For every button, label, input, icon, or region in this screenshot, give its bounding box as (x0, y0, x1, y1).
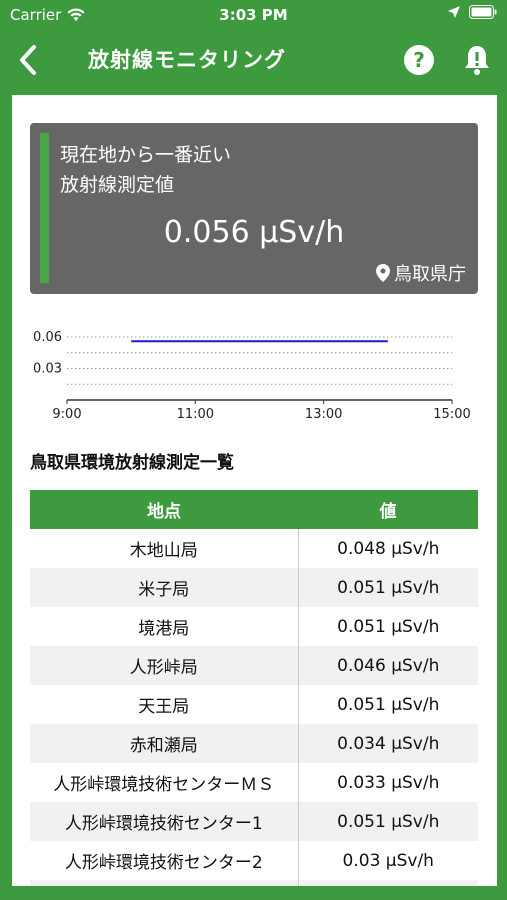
back-button[interactable] (12, 42, 44, 78)
chart-y-tick-label: 0.06 (33, 330, 62, 345)
chart-y-tick-label: 0.03 (33, 362, 62, 377)
row-location: 境港局 (30, 607, 299, 646)
row-value: 0.03 μSv/h (342, 850, 434, 871)
current-value: 0.056 μSv/h (163, 215, 345, 250)
row-location: 天王局 (30, 685, 299, 724)
row-value: 0.051 μSv/h (298, 802, 478, 841)
table-row[interactable]: 人形峠環境技術センター2 0.03 μSv/h (30, 841, 478, 880)
row-value: 0.051 μSv/h (337, 694, 440, 715)
svg-text:?: ? (413, 48, 425, 72)
navigation-bar: 放射線モニタリング ? (0, 30, 507, 92)
location-label: 鳥取県庁 (376, 260, 466, 286)
row-location: 人形峠局 (30, 646, 299, 685)
row-location: 人形峠環境技術センター1 (30, 802, 299, 841)
table-row[interactable]: 人形峠環境技術センターＭＳ 0.033 μSv/h (30, 763, 478, 802)
table-row[interactable]: 赤和瀬局 0.034 μSv/h (30, 724, 478, 763)
row-location: 木地山局 (30, 529, 299, 568)
section-title: 鳥取県環境放射線測定一覧 (30, 453, 234, 473)
bottom-frame (12, 886, 497, 900)
table-row[interactable]: 人形峠環境技術センター1 0.051 μSv/h (30, 802, 478, 841)
row-location: 人形峠環境技術センター2 (30, 841, 299, 880)
row-location: 赤和瀬局 (30, 724, 299, 763)
chart-x-tick-label: 15:00 (433, 407, 470, 422)
chart-x-tick-label: 11:00 (177, 407, 214, 422)
row-value: 0.033 μSv/h (337, 772, 440, 793)
status-time: 3:03 PM (219, 6, 288, 24)
table-row[interactable]: 木地山局 0.048 μSv/h (30, 529, 478, 568)
header-value: 値 (298, 490, 478, 529)
table-row[interactable]: 米子局 0.051 μSv/h (30, 568, 478, 607)
question-icon: ? (404, 45, 434, 75)
card-label: 現在地から一番近い 放射線測定値 (60, 140, 231, 200)
table-header-row: 地点 値 (30, 490, 478, 529)
row-location: 人形峠環境技術センターＭＳ (30, 763, 299, 802)
alert-button[interactable] (463, 44, 491, 80)
table-row[interactable]: 境港局 0.051 μSv/h (30, 607, 478, 646)
row-value: 0.048 μSv/h (337, 538, 440, 559)
card-label-line1: 現在地から一番近い (60, 144, 232, 166)
location-name: 鳥取県庁 (394, 264, 466, 285)
radiation-chart: 0.06 0.03 9:00 11:00 13:00 15:00 (33, 330, 471, 422)
row-value: 0.051 μSv/h (337, 616, 440, 637)
header-location: 地点 (30, 490, 298, 529)
help-button[interactable]: ? (403, 44, 435, 80)
card-label-line2: 放射線測定値 (60, 174, 175, 196)
row-value: 0.034 μSv/h (298, 724, 478, 763)
table-row[interactable]: 天王局 0.051 μSv/h (30, 685, 478, 724)
row-value: 0.046 μSv/h (298, 646, 478, 685)
row-location: 米子局 (30, 568, 299, 607)
page-title: 放射線モニタリング (88, 48, 286, 72)
card-accent-bar (40, 133, 49, 283)
content-panel: 現在地から一番近い 放射線測定値 0.056 μSv/h 鳥取県庁 0.06 0.… (12, 95, 497, 900)
location-arrow-icon (448, 6, 460, 18)
bell-alert-icon (465, 46, 489, 75)
chevron-left-icon (20, 45, 36, 75)
battery-icon (469, 5, 497, 19)
row-value: 0.051 μSv/h (298, 568, 478, 607)
measurement-table: 地点 値 木地山局 0.048 μSv/h 米子局 0.051 μSv/h 境港… (30, 490, 478, 900)
chart-x-tick-label: 13:00 (305, 407, 342, 422)
table-row[interactable]: 人形峠局 0.046 μSv/h (30, 646, 478, 685)
status-bar: Carrier 3:03 PM (0, 0, 507, 30)
nearest-reading-card: 現在地から一番近い 放射線測定値 0.056 μSv/h 鳥取県庁 (30, 123, 478, 294)
chart-x-tick-label: 9:00 (52, 407, 81, 422)
location-pin-icon (376, 264, 390, 282)
